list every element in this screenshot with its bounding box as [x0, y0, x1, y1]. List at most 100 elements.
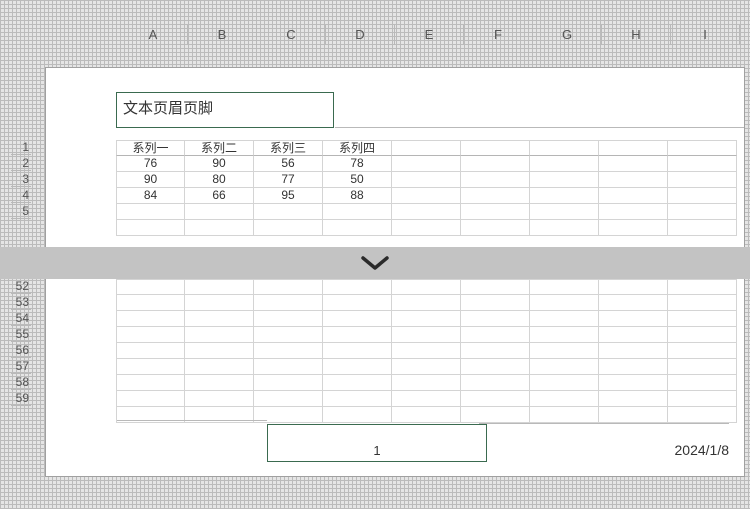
cell[interactable]: [599, 220, 668, 236]
cell[interactable]: [668, 156, 737, 172]
col-letter[interactable]: I: [671, 25, 740, 45]
cell[interactable]: [599, 188, 668, 204]
cell[interactable]: [461, 311, 530, 327]
cell[interactable]: [461, 359, 530, 375]
row-number[interactable]: 59: [11, 390, 31, 406]
cell[interactable]: [392, 407, 461, 423]
cell[interactable]: [530, 204, 599, 220]
cell[interactable]: [185, 311, 254, 327]
cell[interactable]: [668, 391, 737, 407]
cell[interactable]: 76: [116, 156, 185, 172]
cell[interactable]: [599, 295, 668, 311]
col-letter[interactable]: E: [395, 25, 464, 45]
cell[interactable]: [392, 188, 461, 204]
col-letter[interactable]: G: [533, 25, 602, 45]
footer-center-input[interactable]: 1: [267, 424, 487, 462]
cell[interactable]: [392, 204, 461, 220]
cell[interactable]: [116, 204, 185, 220]
cell[interactable]: [530, 327, 599, 343]
row-number[interactable]: 53: [11, 294, 31, 310]
cell[interactable]: [392, 327, 461, 343]
cell[interactable]: [392, 156, 461, 172]
cell[interactable]: [323, 359, 392, 375]
cell[interactable]: 系列二: [185, 140, 254, 156]
cell[interactable]: [668, 327, 737, 343]
col-letter[interactable]: C: [257, 25, 326, 45]
cell[interactable]: [530, 375, 599, 391]
col-letter[interactable]: F: [464, 25, 533, 45]
cell[interactable]: [392, 172, 461, 188]
cell[interactable]: [599, 279, 668, 295]
cell[interactable]: [461, 188, 530, 204]
cell[interactable]: [668, 343, 737, 359]
cell[interactable]: [254, 359, 323, 375]
cell[interactable]: 90: [116, 172, 185, 188]
cell[interactable]: 系列四: [323, 140, 392, 156]
cell[interactable]: [668, 359, 737, 375]
cell[interactable]: [530, 343, 599, 359]
cell[interactable]: [392, 140, 461, 156]
cell[interactable]: [461, 327, 530, 343]
cell[interactable]: [599, 343, 668, 359]
cell[interactable]: [323, 295, 392, 311]
cell[interactable]: [461, 220, 530, 236]
cell[interactable]: 66: [185, 188, 254, 204]
cell[interactable]: [668, 295, 737, 311]
cell[interactable]: [461, 391, 530, 407]
cell[interactable]: [185, 343, 254, 359]
cell[interactable]: [392, 295, 461, 311]
cell[interactable]: [185, 391, 254, 407]
cell[interactable]: [668, 172, 737, 188]
footer-right-text[interactable]: 2024/1/8: [479, 423, 729, 458]
cell[interactable]: [185, 220, 254, 236]
cell[interactable]: [392, 343, 461, 359]
cell[interactable]: [392, 375, 461, 391]
cell[interactable]: [530, 391, 599, 407]
footer-left-input[interactable]: [117, 420, 267, 460]
cell[interactable]: [116, 343, 185, 359]
cell[interactable]: [185, 295, 254, 311]
cell[interactable]: [116, 279, 185, 295]
cell[interactable]: [461, 375, 530, 391]
cell[interactable]: 88: [323, 188, 392, 204]
header-left-input[interactable]: 文本页眉页脚: [116, 92, 334, 128]
cell[interactable]: [599, 359, 668, 375]
cell[interactable]: [530, 295, 599, 311]
cell[interactable]: 56: [254, 156, 323, 172]
cell[interactable]: [461, 204, 530, 220]
col-letter[interactable]: A: [119, 25, 188, 45]
cell[interactable]: [392, 220, 461, 236]
cell[interactable]: [461, 172, 530, 188]
cell[interactable]: [323, 375, 392, 391]
cell[interactable]: [254, 220, 323, 236]
cell[interactable]: [185, 375, 254, 391]
cell[interactable]: [323, 204, 392, 220]
cell[interactable]: [599, 407, 668, 423]
cell[interactable]: [461, 343, 530, 359]
cell[interactable]: [530, 156, 599, 172]
cell[interactable]: [185, 359, 254, 375]
col-letter[interactable]: H: [602, 25, 671, 45]
cell[interactable]: 77: [254, 172, 323, 188]
cell[interactable]: 50: [323, 172, 392, 188]
cell[interactable]: [668, 140, 737, 156]
row-number[interactable]: 4: [11, 187, 31, 203]
cell[interactable]: [668, 279, 737, 295]
cell[interactable]: [323, 343, 392, 359]
cell[interactable]: [116, 295, 185, 311]
cell[interactable]: 95: [254, 188, 323, 204]
cell[interactable]: [530, 220, 599, 236]
page-break-band[interactable]: [0, 247, 750, 279]
cell[interactable]: [392, 359, 461, 375]
cell[interactable]: [599, 156, 668, 172]
cell[interactable]: [254, 279, 323, 295]
cell[interactable]: [530, 311, 599, 327]
row-number[interactable]: 1: [11, 139, 31, 155]
cell[interactable]: [116, 327, 185, 343]
cell[interactable]: 90: [185, 156, 254, 172]
cell[interactable]: [323, 220, 392, 236]
cell[interactable]: [323, 311, 392, 327]
cell[interactable]: [185, 279, 254, 295]
cell[interactable]: [668, 407, 737, 423]
cell[interactable]: [323, 391, 392, 407]
